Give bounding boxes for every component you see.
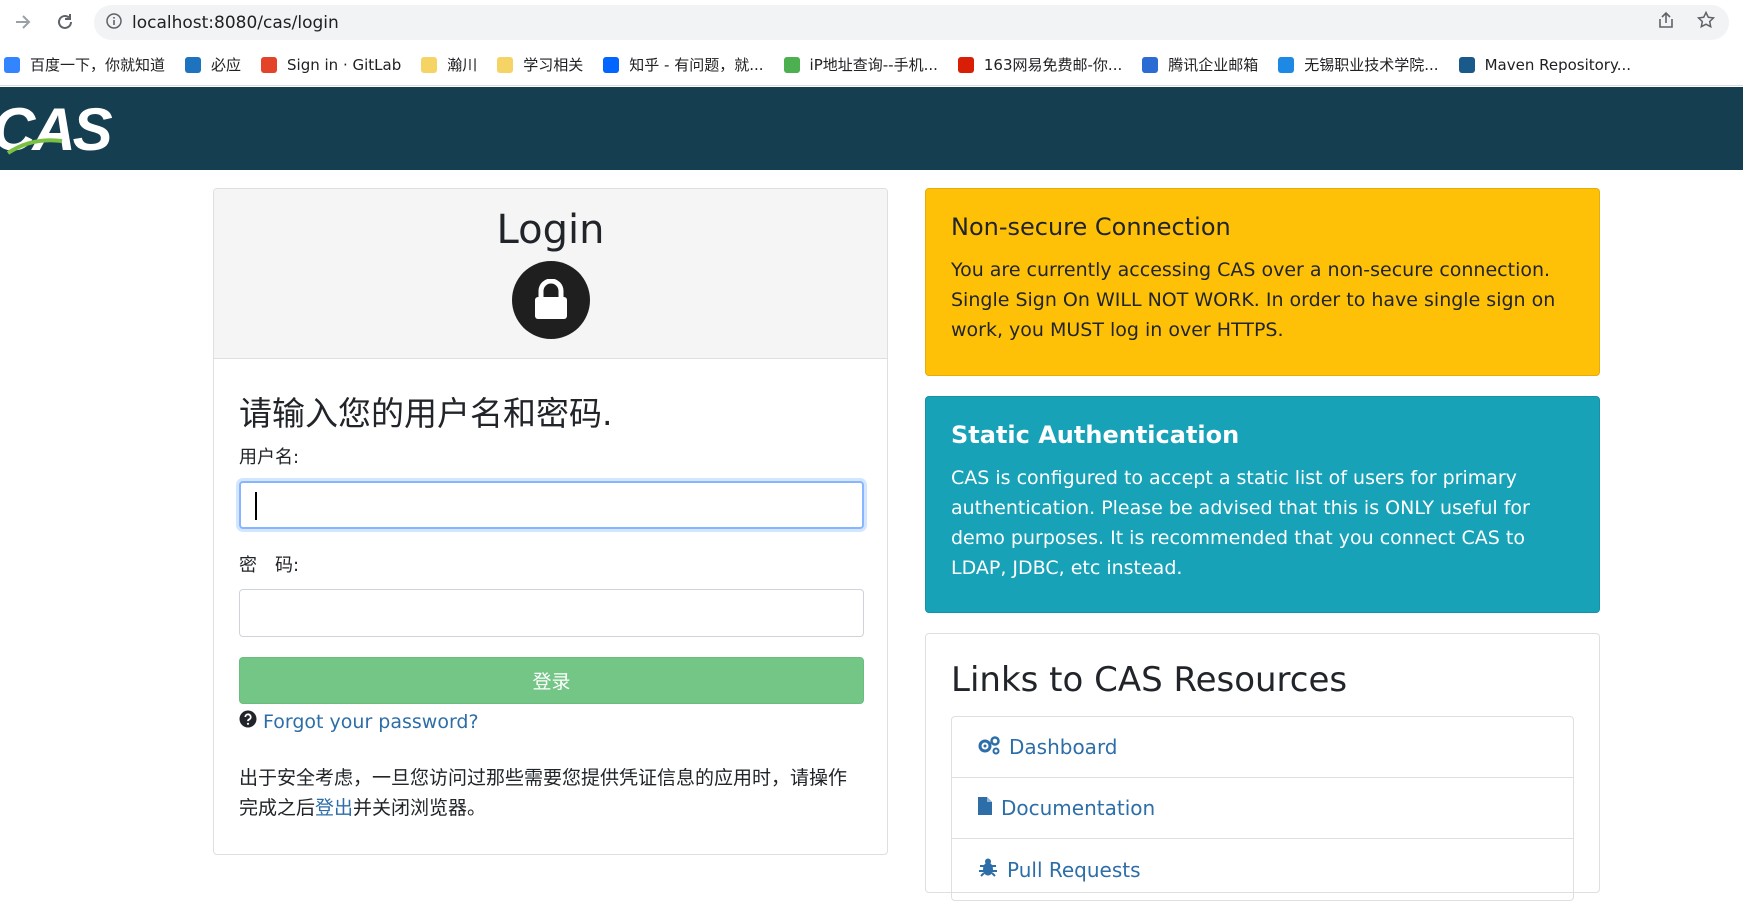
bookmark-item[interactable]: 百度一下，你就知道 — [4, 54, 165, 75]
non-secure-title: Non-secure Connection — [951, 213, 1231, 241]
bookmark-item[interactable]: Sign in · GitLab — [261, 56, 401, 74]
bookmark-item[interactable]: iP地址查询--手机... — [783, 54, 938, 75]
cas-logo-swoosh — [6, 138, 63, 155]
resource-link-label[interactable]: Pull Requests — [1007, 858, 1141, 882]
bookmark-label: 163网易免费邮-你... — [983, 56, 1123, 74]
bing-search-icon — [185, 56, 202, 73]
bookmark-item[interactable]: 必应 — [185, 54, 241, 75]
resources-list: Dashboard Documentation Pull Requests — [951, 716, 1574, 901]
forward-icon[interactable] — [6, 5, 40, 39]
bookmark-label: 百度一下，你就知道 — [30, 56, 166, 74]
bookmark-item[interactable]: 知乎 - 有问题，就... — [603, 54, 764, 75]
bookmark-star-icon[interactable] — [1696, 10, 1716, 34]
resource-link-pull-requests[interactable]: Pull Requests — [952, 839, 1573, 900]
monitor-icon — [1278, 56, 1295, 73]
netease-icon — [957, 56, 974, 73]
gitlab-icon — [261, 56, 278, 73]
tencent-mail-icon — [1142, 56, 1159, 73]
resources-card: Links to CAS Resources Dashboard Documen… — [925, 633, 1600, 901]
bookmark-label: 腾讯企业邮箱 — [1168, 56, 1259, 74]
ip-lookup-icon — [783, 56, 800, 73]
lock-icon — [511, 261, 590, 339]
security-notice-tail: 并关闭浏览器。 — [353, 797, 487, 819]
address-bar[interactable]: localhost:8080/cas/login — [94, 5, 1729, 40]
static-auth-title: Static Authentication — [951, 421, 1240, 449]
logout-link[interactable]: 登出 — [315, 797, 353, 819]
login-submit-button[interactable]: 登录 — [239, 657, 864, 704]
share-icon[interactable] — [1657, 11, 1675, 34]
password-input[interactable] — [239, 589, 864, 637]
username-label: 用户名: — [239, 447, 300, 468]
site-info-icon[interactable] — [106, 12, 122, 33]
forgot-password-link[interactable]: Forgot your password? — [263, 711, 479, 733]
login-form: 请输入您的用户名和密码. 用户名: 密 码: 登录 Forgot your pa… — [214, 359, 887, 847]
bookmark-item[interactable]: 163网易免费邮-你... — [957, 54, 1123, 75]
browser-toolbar: localhost:8080/cas/login — [0, 0, 1743, 44]
resource-link-label[interactable]: Documentation — [1001, 796, 1155, 820]
login-prompt: 请输入您的用户名和密码. — [239, 394, 613, 433]
folder-icon — [421, 56, 438, 73]
bug-icon — [977, 857, 999, 882]
bookmark-label: 学习相关 — [523, 56, 584, 74]
folder-icon — [497, 56, 514, 73]
password-label: 密 码: — [239, 555, 300, 576]
bookmark-item[interactable]: Maven Repository... — [1458, 55, 1632, 74]
baidu-icon — [4, 56, 20, 73]
bookmark-item[interactable]: 无锡职业技术学院... — [1278, 54, 1439, 75]
static-auth-alert: Static Authentication CAS is configured … — [925, 396, 1600, 613]
resource-link-dashboard[interactable]: Dashboard — [952, 717, 1573, 778]
bookmark-label: Maven Repository... — [1484, 55, 1632, 74]
non-secure-text: You are currently accessing CAS over a n… — [951, 259, 1556, 341]
login-card-header: Login — [214, 189, 887, 359]
bookmark-label: 瀚川 — [447, 56, 478, 74]
static-auth-text: CAS is configured to accept a static lis… — [951, 467, 1530, 579]
resource-link-documentation[interactable]: Documentation — [952, 778, 1573, 839]
zhihu-icon — [603, 56, 620, 73]
text-caret — [255, 492, 257, 520]
bookmark-label: 知乎 - 有问题，就... — [629, 56, 764, 74]
username-input[interactable] — [239, 481, 864, 529]
question-circle-icon — [239, 710, 257, 733]
bookmark-item[interactable]: 学习相关 — [497, 54, 583, 75]
login-title: Login — [496, 207, 605, 253]
url-text[interactable]: localhost:8080/cas/login — [132, 13, 339, 33]
forgot-password: Forgot your password? — [239, 710, 862, 733]
login-card: Login 请输入您的用户名和密码. 用户名: 密 码: 登录 Forgot y… — [213, 188, 888, 855]
cas-header: CAS — [0, 87, 1743, 170]
bookmarks-bar: 百度一下，你就知道 必应 Sign in · GitLab 瀚川 学习相关 知乎 - 有问… — [0, 44, 1743, 86]
document-icon — [977, 796, 993, 821]
bookmark-item[interactable]: 瀚川 — [421, 54, 477, 75]
maven-icon — [1458, 56, 1475, 73]
security-notice: 出于安全考虑，一旦您访问过那些需要您提供凭证信息的应用时，请操作完成之后登出并关… — [239, 763, 862, 823]
resources-title: Links to CAS Resources — [951, 660, 1348, 700]
resource-link-label[interactable]: Dashboard — [1009, 735, 1118, 759]
bookmark-label: iP地址查询--手机... — [809, 56, 938, 74]
reload-icon[interactable] — [48, 5, 82, 39]
non-secure-alert: Non-secure Connection You are currently … — [925, 188, 1600, 376]
bookmark-label: 必应 — [211, 56, 242, 74]
bookmark-label: Sign in · GitLab — [287, 55, 402, 74]
gears-icon — [977, 735, 1001, 760]
bookmark-label: 无锡职业技术学院... — [1304, 56, 1439, 74]
bookmark-item[interactable]: 腾讯企业邮箱 — [1142, 54, 1258, 75]
